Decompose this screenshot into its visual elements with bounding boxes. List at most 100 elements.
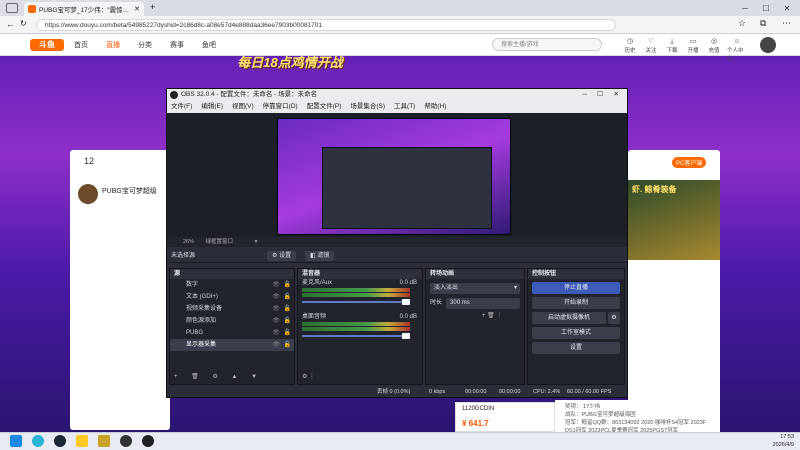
- zoom-level[interactable]: 26%: [183, 239, 194, 245]
- stop-streaming-button[interactable]: 停止直播: [532, 282, 620, 294]
- eye-icon[interactable]: 👁: [272, 303, 280, 315]
- transitions-dock: 转场动画 淡入淡出 ▾ 时长 300 ms + 🗑 ⋮: [425, 268, 525, 385]
- mixer-settings-icon[interactable]: ⚙ ⋮: [302, 373, 315, 382]
- nav-esports[interactable]: 赛事: [170, 40, 184, 50]
- sources-dock-title: 源: [170, 269, 294, 279]
- new-tab-button[interactable]: +: [150, 2, 155, 12]
- mixer-channel-mic: 麦克风/Aux 0.0 dB: [298, 279, 422, 287]
- lock-icon[interactable]: 🔓: [284, 315, 291, 327]
- nav-fishbar[interactable]: 鱼吧: [202, 40, 216, 50]
- settings-button[interactable]: 设置: [532, 342, 620, 354]
- stream-info-panel: 12 PUBG宝可梦超级: [70, 150, 170, 430]
- minimize-button[interactable]: ─: [735, 2, 755, 14]
- obs-minimize-button[interactable]: ─: [582, 89, 587, 101]
- eye-icon[interactable]: 👁: [272, 291, 280, 303]
- lock-icon[interactable]: 🔓: [284, 339, 291, 351]
- profile-center-label: 个人中心: [727, 48, 744, 62]
- menu-view[interactable]: 视图(V): [232, 101, 254, 113]
- back-icon[interactable]: ←: [6, 19, 15, 29]
- volume-meter: [302, 322, 410, 326]
- obs-maximize-button[interactable]: ☐: [597, 89, 603, 101]
- source-item[interactable]: 数字 👁 🔓: [170, 279, 294, 291]
- source-item[interactable]: 文本 (GDI+) 👁 🔓: [170, 291, 294, 303]
- follow-button[interactable]: ♡ 关注: [641, 37, 661, 55]
- nav-category[interactable]: 分类: [138, 40, 152, 50]
- menu-file[interactable]: 文件(F): [171, 101, 192, 113]
- source-settings-button[interactable]: ⚙ 设置: [267, 251, 297, 261]
- source-item-selected[interactable]: 显示器采集 👁 🔓: [170, 339, 294, 351]
- tab-favicon-icon: [28, 5, 36, 13]
- start-recording-button[interactable]: 开始录制: [532, 297, 620, 309]
- zoom-label[interactable]: 绿框置窗口: [206, 239, 234, 245]
- url-input[interactable]: https://www.douyu.com/beta/54985227dyshi…: [36, 19, 616, 31]
- eye-icon[interactable]: 👁: [272, 315, 280, 327]
- source-item[interactable]: 颜色源添加 👁 🔓: [170, 315, 294, 327]
- favorites-icon[interactable]: ☆: [738, 18, 746, 29]
- source-add-remove-buttons[interactable]: + 🗑 ⚙ ▲ ▼: [174, 373, 263, 382]
- site-logo[interactable]: 斗鱼: [30, 38, 64, 51]
- menu-tools[interactable]: 工具(T): [394, 101, 415, 113]
- menu-docks[interactable]: 停靠窗口(D): [263, 101, 298, 113]
- broadcast-icon: ▭: [689, 38, 697, 45]
- audio-mixer-dock: 混音器 麦克风/Aux 0.0 dB 桌面音频 0.0 dB ⚙ ⋮: [297, 268, 423, 385]
- browser-tab[interactable]: PUBG宝可梦_17少伟："震惊_17少" ✕: [24, 2, 144, 16]
- obs-close-button[interactable]: ✕: [614, 89, 619, 101]
- right-promo-banner[interactable]: 虾. 鲸肴装备: [628, 180, 720, 260]
- app-icon[interactable]: [120, 435, 132, 447]
- eye-icon[interactable]: 👁: [272, 279, 280, 291]
- file-explorer-icon[interactable]: [76, 435, 88, 447]
- history-button[interactable]: ◷ 历史: [620, 37, 640, 55]
- pc-client-tag[interactable]: PC客户端: [672, 157, 707, 168]
- source-item[interactable]: PUBG 👁 🔓: [170, 327, 294, 339]
- tab-actions-icon[interactable]: [6, 3, 18, 13]
- transition-select[interactable]: 淡入淡出 ▾: [430, 283, 520, 294]
- lock-icon[interactable]: 🔓: [284, 327, 291, 339]
- start-icon[interactable]: [10, 435, 22, 447]
- nav-home[interactable]: 首页: [74, 40, 88, 50]
- nav-live[interactable]: 直播: [106, 40, 120, 50]
- taskbar-clock[interactable]: 17:53 2026/4/9: [740, 433, 794, 449]
- close-window-button[interactable]: ✕: [777, 2, 797, 14]
- game-app-icon[interactable]: [98, 435, 110, 447]
- collections-icon[interactable]: ⧉: [760, 18, 766, 29]
- download-button[interactable]: ⤓ 下载: [662, 37, 682, 55]
- lock-icon[interactable]: 🔓: [284, 279, 291, 291]
- recharge-button[interactable]: ◎ 充值: [704, 37, 724, 55]
- transition-buttons[interactable]: + 🗑 ⋮: [426, 312, 524, 321]
- profile-center-button[interactable]: ☺ 个人中心: [727, 37, 747, 62]
- right-side-panel: PC客户端 虾. 鲸肴装备: [628, 150, 720, 432]
- virtual-camera-settings-icon[interactable]: ⚙: [608, 312, 620, 324]
- menu-scene-collection[interactable]: 场景集合(S): [350, 101, 385, 113]
- gift-card[interactable]: 1120GCDIN ¥ 641.7: [455, 402, 555, 432]
- source-filters-button[interactable]: ◧ 滤镜: [305, 251, 335, 261]
- steam-icon[interactable]: [54, 435, 66, 447]
- settings-more-icon[interactable]: ⋯: [782, 18, 791, 29]
- studio-mode-button[interactable]: 工作室模式: [532, 327, 620, 339]
- chevron-down-icon[interactable]: ▾: [255, 239, 258, 245]
- maximize-button[interactable]: ☐: [756, 2, 776, 14]
- source-item[interactable]: 视频采集设备 👁 🔓: [170, 303, 294, 315]
- volume-slider[interactable]: [302, 299, 410, 305]
- tab-close-icon[interactable]: ✕: [134, 5, 140, 13]
- reload-icon[interactable]: ↻: [20, 19, 27, 28]
- streamer-avatar[interactable]: [78, 184, 98, 204]
- site-search-input[interactable]: 搜索主播/游戏: [492, 38, 602, 51]
- lock-icon[interactable]: 🔓: [284, 291, 291, 303]
- volume-slider[interactable]: [302, 333, 410, 339]
- menu-edit[interactable]: 编辑(E): [201, 101, 223, 113]
- sources-dock: 源 数字 👁 🔓 文本 (GDI+) 👁 🔓 视频采集设备 👁 🔓 颜色源添加 👁 🔓 PUBG…: [169, 268, 295, 385]
- right-promo-text: 虾. 鲸肴装备: [632, 185, 677, 194]
- streamer-name[interactable]: PUBG宝可梦超级: [102, 186, 166, 196]
- eye-icon[interactable]: 👁: [272, 339, 280, 351]
- edge-icon[interactable]: [32, 435, 44, 447]
- start-virtual-camera-button[interactable]: 启动虚拟摄像机: [532, 312, 606, 324]
- duration-input[interactable]: 300 ms: [446, 298, 520, 309]
- obs-taskbar-icon[interactable]: [142, 435, 154, 447]
- lock-icon[interactable]: 🔓: [284, 303, 291, 315]
- menu-profile[interactable]: 配置文件(P): [307, 101, 342, 113]
- broadcast-button[interactable]: ▭ 开播: [683, 37, 703, 55]
- eye-icon[interactable]: 👁: [272, 327, 280, 339]
- source-name: 视频采集设备: [186, 306, 223, 312]
- menu-help[interactable]: 帮助(H): [424, 101, 446, 113]
- avatar[interactable]: [760, 37, 776, 53]
